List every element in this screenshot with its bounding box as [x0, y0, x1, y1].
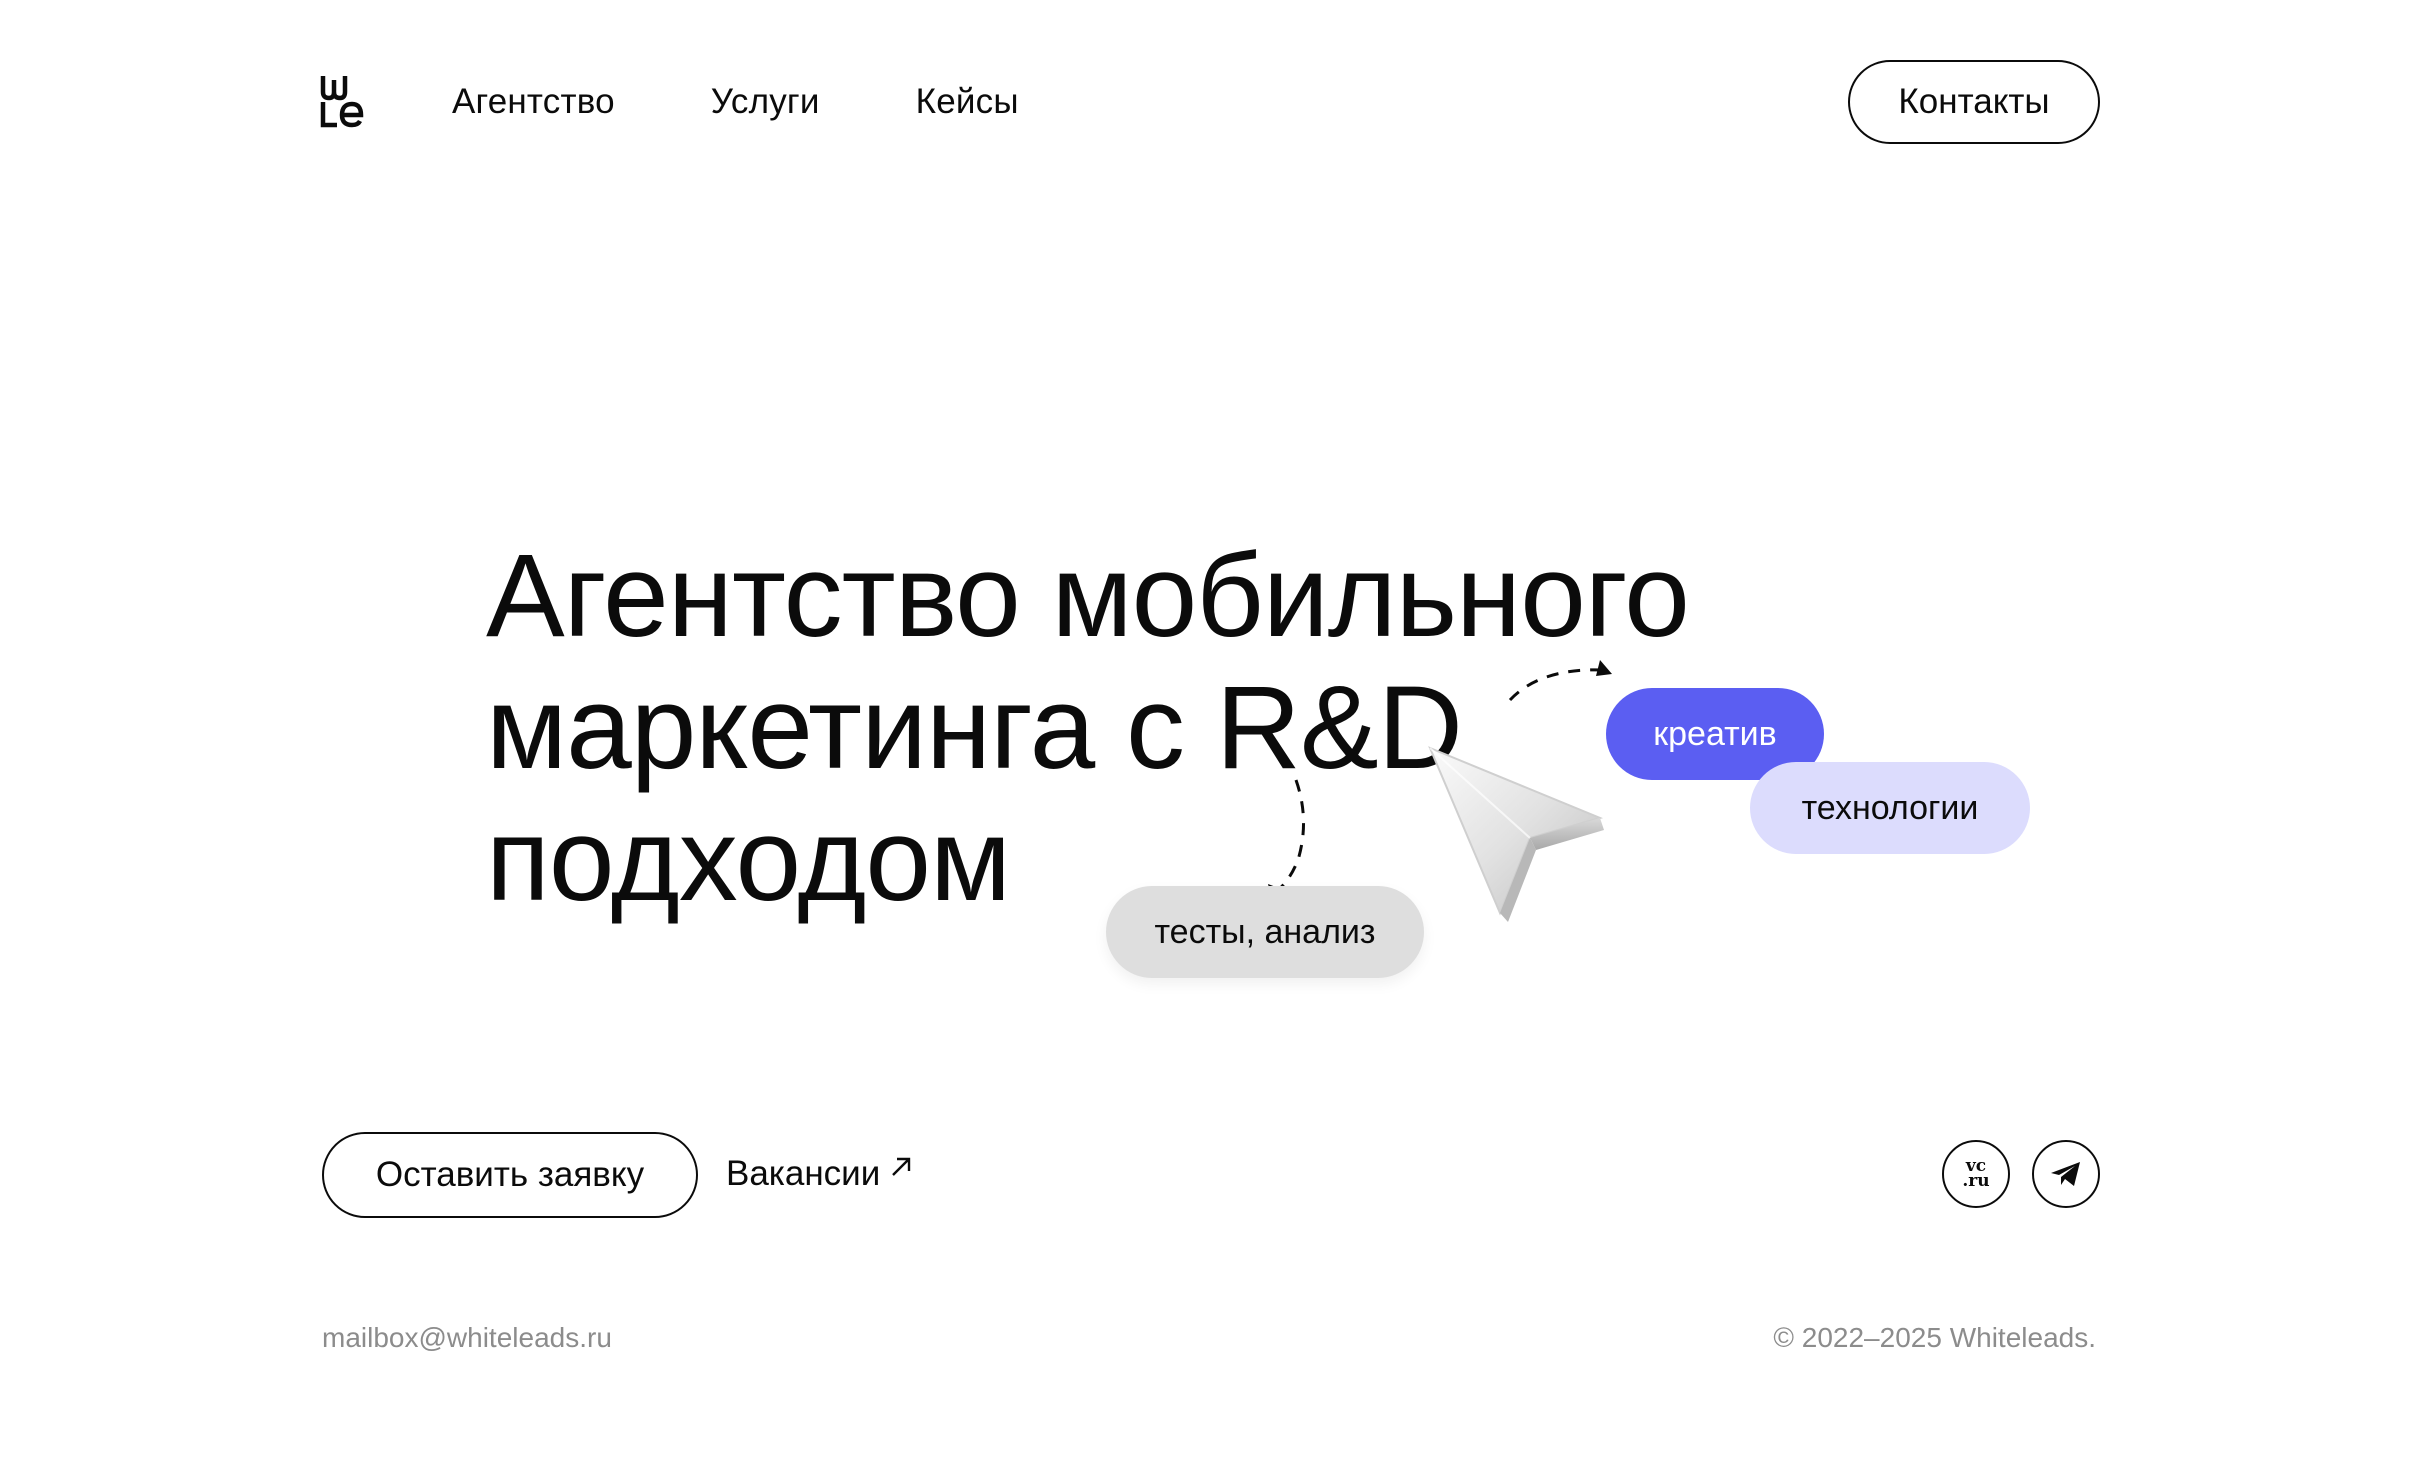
vacancies-link[interactable]: Вакансии	[726, 1152, 912, 1196]
hero-title-line-1: Агентство мобильного	[486, 530, 1690, 662]
nav-item-cases[interactable]: Кейсы	[916, 80, 1019, 124]
logo[interactable]	[320, 74, 364, 128]
nav-item-services[interactable]: Услуги	[711, 80, 820, 124]
tag-tests-analysis: тесты, анализ	[1106, 886, 1424, 978]
footer-email-link[interactable]: mailbox@whiteleads.ru	[322, 1322, 612, 1354]
footer-copyright: © 2022–2025 Whiteleads.	[1773, 1322, 2096, 1353]
tag-creative-label: креатив	[1653, 714, 1777, 753]
vc-ru-icon: vc .ru	[1962, 1156, 1990, 1191]
tag-tests-label: тесты, анализ	[1154, 912, 1376, 951]
cursor-3d-icon	[1428, 746, 1604, 922]
vacancies-label: Вакансии	[726, 1154, 881, 1193]
vc-ru-link[interactable]: vc .ru	[1942, 1140, 2010, 1208]
tag-technologies: технологии	[1750, 762, 2030, 854]
contacts-button[interactable]: Контакты	[1848, 60, 2100, 144]
tag-technologies-label: технологии	[1801, 788, 1979, 827]
nav-item-agency[interactable]: Агентство	[452, 80, 615, 124]
whiteleads-logo-icon	[320, 76, 364, 128]
telegram-icon	[2051, 1162, 2080, 1186]
arrow-up-right-icon	[892, 1157, 911, 1176]
leave-request-button[interactable]: Оставить заявку	[322, 1132, 698, 1218]
telegram-link[interactable]	[2032, 1140, 2100, 1208]
main-nav: Агентство Услуги Кейсы	[452, 80, 1019, 124]
